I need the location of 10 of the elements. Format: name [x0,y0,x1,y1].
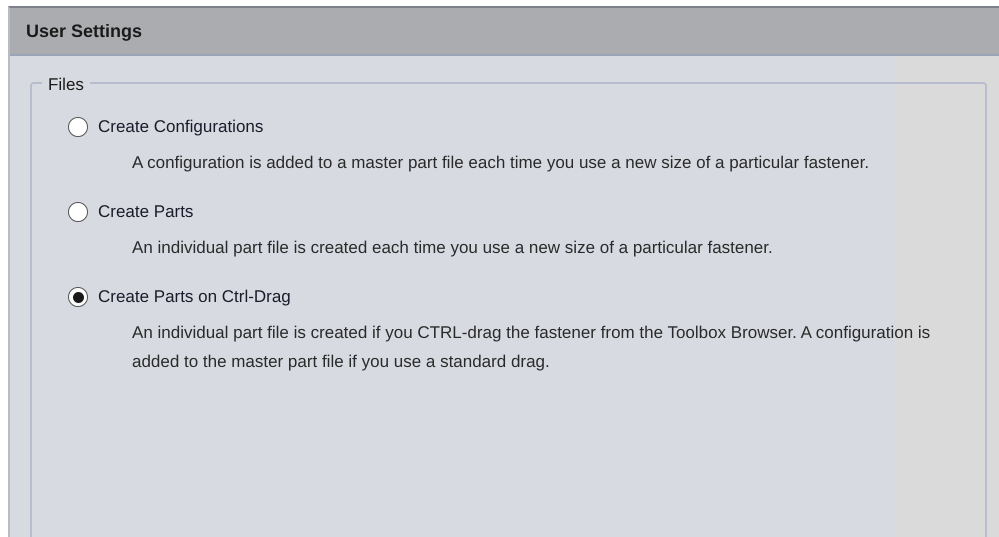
panel-title: User Settings [26,20,142,43]
radio-option[interactable]: Create Parts on Ctrl-Drag [68,282,291,312]
option-description: An individual part file is created each time you use a new size of a particular fastener. [132,237,774,259]
radio-button[interactable] [68,202,88,222]
radio-option[interactable]: Create Parts [68,197,194,227]
option-description: An individual part file is created if you CTRL-drag the fastener from the Toolbox Browser. A configuration is added to the master part file if you use a standard drag. [132,322,932,373]
radio-button[interactable] [68,117,88,137]
option-description: A configuration is added to a master part file each time you use a new size of a particular fastener. [132,152,870,174]
radio-option[interactable]: Create Configurations [68,112,264,142]
radio-button[interactable] [68,287,88,307]
